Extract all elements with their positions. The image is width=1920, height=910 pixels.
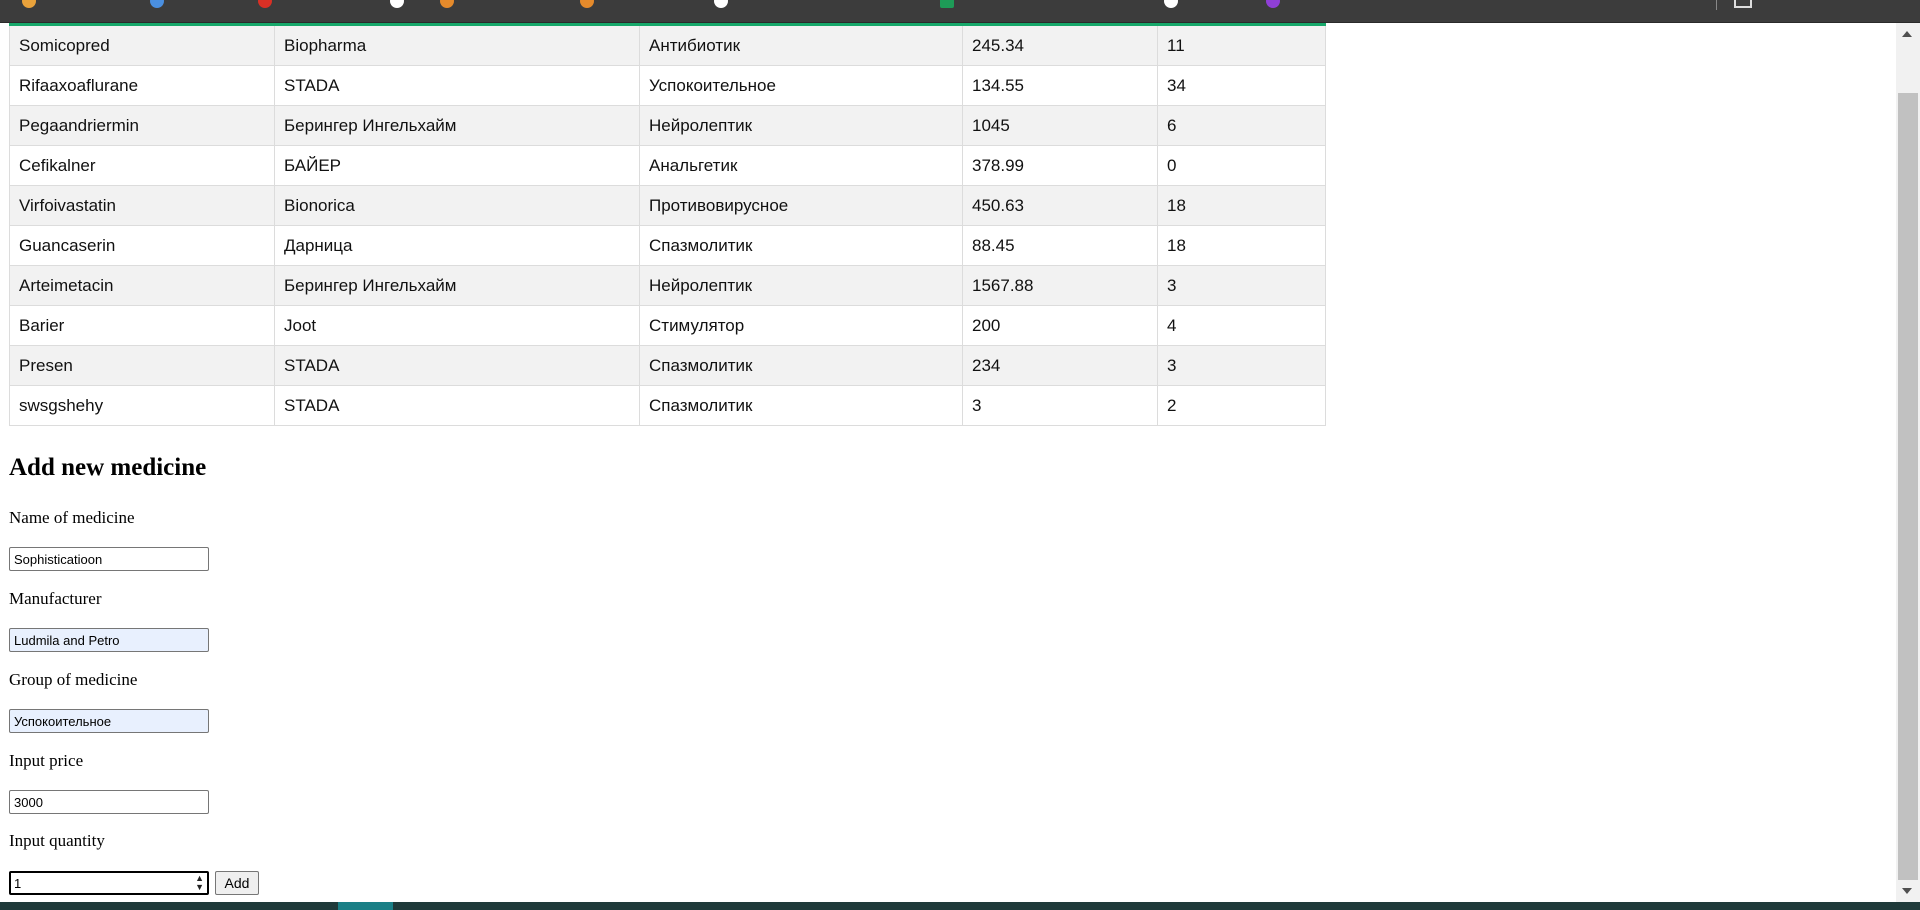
- price-cell: 1567.88: [962, 265, 1158, 306]
- bookmarks-bar: [0, 0, 1920, 23]
- table-row: Somicopred Biopharma Антибиотик 245.34 11: [9, 23, 1326, 66]
- table-row: Presen STADA Спазмолитик 234 3: [9, 345, 1326, 386]
- table-row: Guancaserin Дарница Спазмолитик 88.45 18: [9, 225, 1326, 266]
- price-cell: 245.34: [962, 23, 1158, 66]
- scrollbar[interactable]: [1896, 23, 1920, 902]
- bookmark-icon[interactable]: [580, 0, 594, 8]
- quantity-cell: 18: [1157, 185, 1326, 226]
- group-cell: Антибиотик: [639, 23, 963, 66]
- group-input[interactable]: [9, 709, 209, 733]
- table-row: Barier Joot Стимулятор 200 4: [9, 305, 1326, 346]
- table-row: Pegaandriermin Берингер Ингельхайм Нейроле…: [9, 105, 1326, 146]
- name-cell: Presen: [9, 345, 275, 386]
- group-cell: Спазмолитик: [639, 345, 963, 386]
- table-row: swsgshehy STADA Спазмолитик 3 2: [9, 385, 1326, 426]
- quantity-cell: 18: [1157, 225, 1326, 266]
- quantity-cell: 3: [1157, 265, 1326, 306]
- bookmarks-separator: [1716, 0, 1717, 10]
- quantity-value: 1: [14, 876, 22, 891]
- scroll-up-arrow-icon[interactable]: [1902, 31, 1912, 37]
- price-cell: 234: [962, 345, 1158, 386]
- price-label: Input price: [9, 751, 84, 770]
- name-cell: Somicopred: [9, 23, 275, 66]
- manufacturer-cell: Дарница: [274, 225, 640, 266]
- group-cell: Противовирусное: [639, 185, 963, 226]
- quantity-cell: 0: [1157, 145, 1326, 186]
- quantity-cell: 3: [1157, 345, 1326, 386]
- name-cell: Arteimetacin: [9, 265, 275, 306]
- quantity-cell: 4: [1157, 305, 1326, 346]
- manufacturer-input[interactable]: [9, 628, 209, 652]
- table-row: Rifaaxoaflurane STADA Успокоительное 134.55…: [9, 65, 1326, 106]
- group-cell: Стимулятор: [639, 305, 963, 346]
- form-title: Add new medicine: [9, 454, 207, 481]
- price-cell: 378.99: [962, 145, 1158, 186]
- bookmark-icon[interactable]: [1164, 0, 1178, 8]
- manufacturer-cell: БАЙЕР: [274, 145, 640, 186]
- quantity-label: Input quantity: [9, 831, 105, 850]
- bookmark-icon[interactable]: [150, 0, 164, 8]
- name-cell: swsgshehy: [9, 385, 275, 426]
- quantity-cell: 34: [1157, 65, 1326, 106]
- group-cell: Успокоительное: [639, 65, 963, 106]
- name-cell: Virfoivastatin: [9, 185, 275, 226]
- price-cell: 3: [962, 385, 1158, 426]
- table-row: Arteimetacin Берингер Ингельхайм Нейролепт…: [9, 265, 1326, 306]
- price-cell: 134.55: [962, 65, 1158, 106]
- manufacturer-cell: Biopharma: [274, 23, 640, 66]
- group-cell: Нейролептик: [639, 105, 963, 146]
- bookmarks-folder-icon[interactable]: [1734, 0, 1752, 8]
- manufacturer-cell: Joot: [274, 305, 640, 346]
- group-cell: Анальгетик: [639, 145, 963, 186]
- price-cell: 450.63: [962, 185, 1158, 226]
- bookmark-icon[interactable]: [940, 0, 954, 8]
- price-cell: 200: [962, 305, 1158, 346]
- add-button[interactable]: Add: [215, 871, 259, 895]
- bookmark-icon[interactable]: [714, 0, 728, 8]
- spinner-arrows-icon[interactable]: ▲ ▼: [195, 874, 204, 892]
- quantity-stepper[interactable]: 1 ▲ ▼: [9, 871, 209, 895]
- manufacturer-cell: Берингер Ингельхайм: [274, 105, 640, 146]
- name-input[interactable]: [9, 547, 209, 571]
- name-label: Name of medicine: [9, 508, 135, 527]
- manufacturer-cell: STADA: [274, 65, 640, 106]
- taskbar: [0, 902, 1920, 910]
- quantity-cell: 6: [1157, 105, 1326, 146]
- group-cell: Спазмолитик: [639, 385, 963, 426]
- taskbar-active-item[interactable]: [338, 902, 393, 910]
- page-content: Somicopred Biopharma Антибиотик 245.34 11 Rif…: [0, 23, 1896, 902]
- scroll-down-arrow-icon[interactable]: [1902, 888, 1912, 894]
- name-cell: Cefikalner: [9, 145, 275, 186]
- table-row: Cefikalner БАЙЕР Анальгетик 378.99 0: [9, 145, 1326, 186]
- manufacturer-cell: Берингер Ингельхайм: [274, 265, 640, 306]
- scrollbar-thumb[interactable]: [1898, 93, 1918, 880]
- group-label: Group of medicine: [9, 670, 138, 689]
- manufacturer-cell: Bionorica: [274, 185, 640, 226]
- price-input[interactable]: [9, 790, 209, 814]
- bookmark-icon[interactable]: [1266, 0, 1280, 8]
- manufacturer-cell: STADA: [274, 385, 640, 426]
- price-cell: 88.45: [962, 225, 1158, 266]
- name-cell: Rifaaxoaflurane: [9, 65, 275, 106]
- group-cell: Нейролептик: [639, 265, 963, 306]
- quantity-cell: 11: [1157, 23, 1326, 66]
- bookmark-icon[interactable]: [440, 0, 454, 8]
- quantity-cell: 2: [1157, 385, 1326, 426]
- manufacturer-label: Manufacturer: [9, 589, 102, 608]
- bookmark-icon[interactable]: [22, 0, 36, 8]
- group-cell: Спазмолитик: [639, 225, 963, 266]
- name-cell: Barier: [9, 305, 275, 346]
- table-row: Virfoivastatin Bionorica Противовирусное 45…: [9, 185, 1326, 226]
- bookmark-icon[interactable]: [258, 0, 272, 8]
- price-cell: 1045: [962, 105, 1158, 146]
- name-cell: Pegaandriermin: [9, 105, 275, 146]
- bookmark-icon[interactable]: [390, 0, 404, 8]
- name-cell: Guancaserin: [9, 225, 275, 266]
- medicines-table: Somicopred Biopharma Антибиотик 245.34 11 Rif…: [9, 23, 1326, 426]
- manufacturer-cell: STADA: [274, 345, 640, 386]
